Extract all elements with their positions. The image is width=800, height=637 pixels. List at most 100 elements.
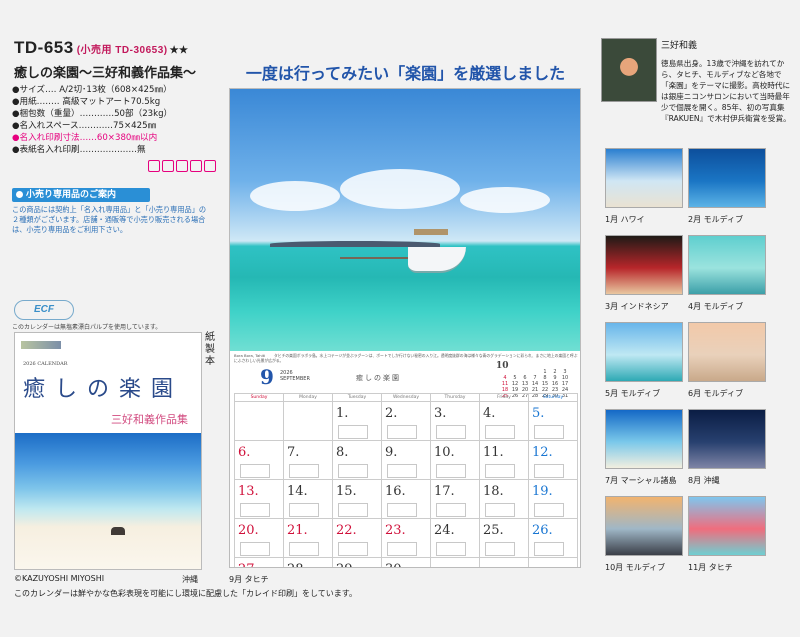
day-number: 20. bbox=[238, 523, 259, 538]
weekday-header: Saturday bbox=[528, 393, 578, 402]
day-number: 16. bbox=[385, 484, 406, 499]
month-thumbnail bbox=[688, 496, 766, 556]
spec-item: ●名入れ印刷寸法‥‥‥60×380㎜以内 bbox=[12, 133, 158, 143]
day-number: 13. bbox=[238, 484, 259, 499]
memo-box bbox=[387, 424, 417, 439]
month-thumbnail bbox=[605, 322, 683, 382]
calendar-caption: 9月 タヒチ bbox=[229, 575, 269, 584]
weekday-header: Friday bbox=[479, 393, 529, 402]
memo-box bbox=[436, 424, 466, 439]
photographer-bio: 徳島県出身。13歳で沖縄を訪れてから、タヒチ、モルディブなど各地で「楽園」をテー… bbox=[661, 59, 791, 123]
icon-b bbox=[162, 160, 174, 172]
memo-box bbox=[387, 463, 417, 478]
day-cell: 21. bbox=[283, 518, 333, 558]
day-number: 21. bbox=[287, 523, 308, 538]
month-thumbnail bbox=[605, 496, 683, 556]
memo-box bbox=[436, 541, 466, 556]
product-title: 癒しの楽園〜三好和義作品集〜 bbox=[14, 66, 197, 81]
day-cell: 30. bbox=[381, 557, 431, 567]
footnote: このカレンダーは鮮やかな色彩表現を可能にし環境に配慮した「カレイド印刷」をしてい… bbox=[14, 589, 357, 598]
calendar-sample: Bora Bora, Tahiti タヒチの楽園ボラボラ島。水上コテージが並ぶラ… bbox=[229, 88, 581, 568]
day-number: 25. bbox=[483, 523, 504, 538]
day-cell bbox=[528, 557, 578, 567]
memo-box bbox=[240, 502, 270, 517]
day-cell: 13. bbox=[234, 479, 284, 519]
memo-box bbox=[338, 541, 368, 556]
month-thumbnail-caption: 8月 沖縄 bbox=[688, 476, 720, 485]
day-number: 23. bbox=[385, 523, 406, 538]
day-cell: 28. bbox=[283, 557, 333, 567]
day-cell: 27. bbox=[234, 557, 284, 567]
day-number: 4. bbox=[483, 406, 496, 421]
day-cell: 16. bbox=[381, 479, 431, 519]
day-cell: 3. bbox=[430, 401, 480, 441]
spec-list: ●サイズ‥‥ A/2切･13枚（608×425㎜） ●用紙‥‥‥‥ 高級マットアー… bbox=[12, 84, 212, 156]
retail-code: (小売用 TD-30653) bbox=[76, 45, 168, 56]
memo-box bbox=[289, 502, 319, 517]
day-cell: 15. bbox=[332, 479, 382, 519]
memo-box bbox=[240, 541, 270, 556]
copyright: ©KAZUYOSHI MIYOSHI bbox=[14, 574, 105, 583]
memo-box bbox=[534, 502, 564, 517]
memo-box bbox=[338, 463, 368, 478]
boat bbox=[408, 247, 466, 273]
outrigger bbox=[340, 257, 412, 259]
day-number: 15. bbox=[336, 484, 357, 499]
day-number: 28. bbox=[287, 562, 308, 567]
spec-item: ●梱包数（重量）‥‥‥‥‥‥50部（23kg） bbox=[12, 109, 173, 119]
retail-text: この商品には契約上「名入れ専用品」と「小売り専用品」の２種類がございます。店舗・… bbox=[12, 205, 207, 234]
icon-d bbox=[190, 160, 202, 172]
cover-caption: 沖縄 bbox=[182, 575, 198, 584]
month-thumbnail-caption: 6月 モルディブ bbox=[688, 389, 744, 398]
photo-caption: Bora Bora, Tahiti タヒチの楽園ボラボラ島。水上コテージが並ぶラ… bbox=[234, 353, 578, 363]
cover-figures bbox=[111, 527, 125, 535]
day-number: 22. bbox=[336, 523, 357, 538]
day-number: 17. bbox=[434, 484, 455, 499]
spec-item: ●用紙‥‥‥‥ 高級マットアート70.5kg bbox=[12, 97, 161, 107]
weekday-header: Thursday bbox=[430, 393, 480, 402]
memo-box bbox=[436, 463, 466, 478]
day-cell: 25. bbox=[479, 518, 529, 558]
cover-logos bbox=[21, 341, 61, 349]
day-cell: 6. bbox=[234, 440, 284, 480]
month-thumbnail bbox=[688, 235, 766, 295]
day-number: 18. bbox=[483, 484, 504, 499]
day-cell: 22. bbox=[332, 518, 382, 558]
day-cell: 1. bbox=[332, 401, 382, 441]
month-thumbnail-caption: 7月 マーシャル諸島 bbox=[605, 476, 677, 485]
day-number: 9. bbox=[385, 445, 398, 460]
ecf-logo: ECF bbox=[14, 300, 74, 320]
day-number: 12. bbox=[532, 445, 553, 460]
memo-box bbox=[338, 502, 368, 517]
day-number: 8. bbox=[336, 445, 349, 460]
day-number: 27. bbox=[238, 562, 259, 567]
day-number: 26. bbox=[532, 523, 553, 538]
day-cell: 4. bbox=[479, 401, 529, 441]
weekday-header: Sunday bbox=[234, 393, 284, 402]
spec-item: ●サイズ‥‥ A/2切･13枚（608×425㎜） bbox=[12, 85, 172, 95]
day-cell: 17. bbox=[430, 479, 480, 519]
paper-binding-label: 紙製本 bbox=[205, 332, 215, 367]
day-number: 5. bbox=[532, 406, 545, 421]
day-number: 19. bbox=[532, 484, 553, 499]
memo-box bbox=[534, 424, 564, 439]
month-thumbnail-caption: 11月 タヒチ bbox=[688, 563, 733, 572]
memo-box bbox=[289, 541, 319, 556]
icon-a bbox=[148, 160, 160, 172]
memo-box bbox=[240, 463, 270, 478]
day-number: 6. bbox=[238, 445, 251, 460]
cover-author: 三好和義作品集 bbox=[111, 413, 188, 426]
retail-heading: 小売り専用品のご案内 bbox=[12, 188, 150, 202]
icon-e bbox=[204, 160, 216, 172]
day-cell: 8. bbox=[332, 440, 382, 480]
day-cell: 24. bbox=[430, 518, 480, 558]
photographer-name: 三好和義 bbox=[661, 41, 698, 51]
month-thumbnail-caption: 5月 モルディブ bbox=[605, 389, 661, 398]
day-number: 24. bbox=[434, 523, 455, 538]
spec-item: ●名入れスペース‥‥‥‥‥‥75×425㎜ bbox=[12, 121, 157, 131]
day-cell: 19. bbox=[528, 479, 578, 519]
day-cell: 26. bbox=[528, 518, 578, 558]
spec-icons bbox=[148, 160, 216, 172]
rating-stars: ★★ bbox=[169, 45, 189, 56]
ecf-note: このカレンダーは無塩素漂白パルプを使用しています。 bbox=[12, 324, 162, 331]
